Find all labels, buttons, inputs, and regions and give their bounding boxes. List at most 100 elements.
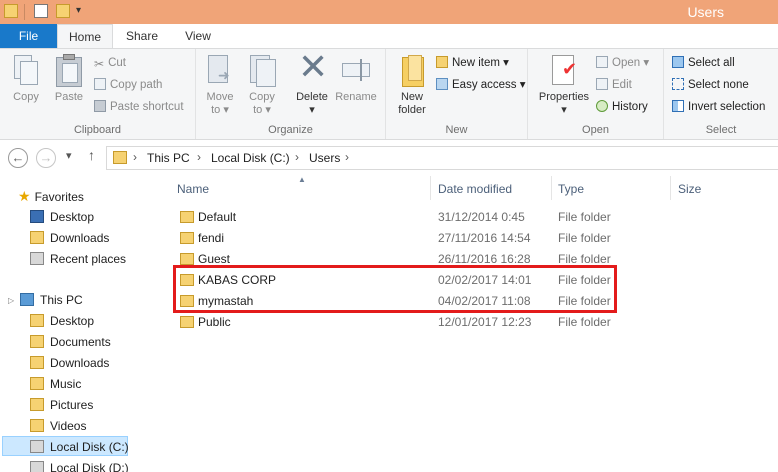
nav-favorites[interactable]: ★ Favorites bbox=[18, 186, 84, 206]
nav-label: Desktop bbox=[50, 314, 95, 328]
column-divider[interactable] bbox=[551, 176, 552, 200]
quick-access-dropdown-icon[interactable]: ▾ bbox=[76, 5, 81, 16]
nav-fav-downloads[interactable]: Downloads bbox=[30, 228, 109, 248]
tab-file[interactable]: File bbox=[0, 24, 57, 48]
column-divider[interactable] bbox=[430, 176, 431, 200]
copy-path-button[interactable]: Copy path bbox=[94, 75, 162, 95]
new-folder-button[interactable]: New folder bbox=[392, 53, 432, 117]
copy-path-icon bbox=[94, 78, 106, 90]
nav-fav-recent-places[interactable]: Recent places bbox=[30, 249, 126, 269]
nav-pc-downloads[interactable]: Downloads bbox=[30, 353, 109, 373]
select-all-icon bbox=[672, 56, 684, 68]
breadcrumb-local-disk-c[interactable]: Local Disk (C:) bbox=[211, 151, 290, 165]
file-row[interactable]: mymastah 04/02/2017 11:08 File folder bbox=[168, 291, 611, 312]
recent-locations-dropdown-icon[interactable]: ▾ bbox=[66, 149, 72, 162]
folder-icon bbox=[180, 274, 194, 286]
nav-label: Local Disk (C:) bbox=[50, 440, 129, 454]
breadcrumb-chevron-icon[interactable]: › bbox=[197, 150, 201, 164]
easy-access-button[interactable]: Easy access ▾ bbox=[436, 75, 526, 95]
breadcrumb-this-pc[interactable]: This PC bbox=[147, 151, 190, 165]
paste-shortcut-button[interactable]: Paste shortcut bbox=[94, 97, 184, 117]
copy-to-label-1: Copy bbox=[249, 91, 275, 103]
file-row[interactable]: fendi 27/11/2016 14:54 File folder bbox=[168, 228, 611, 249]
file-row[interactable]: Default 31/12/2014 0:45 File folder bbox=[168, 207, 611, 228]
properties-icon: ✔ bbox=[548, 53, 580, 87]
back-button[interactable]: ← bbox=[8, 148, 28, 168]
breadcrumb-chevron-icon[interactable]: › bbox=[133, 150, 137, 164]
file-date: 04/02/2017 11:08 bbox=[438, 294, 531, 308]
invert-selection-button[interactable]: Invert selection bbox=[672, 97, 765, 117]
column-header-type[interactable]: Type bbox=[558, 182, 584, 196]
nav-pc-desktop[interactable]: Desktop bbox=[30, 311, 94, 331]
delete-button[interactable]: ✕ Delete ▾ bbox=[292, 47, 332, 117]
file-date: 31/12/2014 0:45 bbox=[438, 210, 525, 224]
file-date: 26/11/2016 16:28 bbox=[438, 252, 531, 266]
drive-icon bbox=[30, 461, 44, 472]
new-folder-quick-icon[interactable] bbox=[56, 4, 70, 18]
new-item-button[interactable]: New item ▾ bbox=[436, 53, 509, 73]
nav-pc-videos[interactable]: Videos bbox=[30, 416, 86, 436]
paste-button[interactable]: Paste bbox=[50, 53, 88, 104]
ribbon-tabs: File Home Share View bbox=[0, 24, 778, 49]
cut-button[interactable]: ✂ Cut bbox=[94, 53, 126, 73]
nav-pc-pictures[interactable]: Pictures bbox=[30, 395, 93, 415]
edit-button[interactable]: Edit bbox=[596, 75, 632, 95]
tab-share[interactable]: Share bbox=[116, 24, 168, 48]
nav-this-pc[interactable]: This PC bbox=[20, 290, 83, 310]
breadcrumb-users[interactable]: Users bbox=[309, 151, 340, 165]
rename-button[interactable]: Rename bbox=[334, 53, 378, 104]
paste-shortcut-icon bbox=[94, 100, 106, 112]
history-label: History bbox=[612, 101, 648, 113]
select-group: Select all Select none Invert selection … bbox=[664, 49, 778, 139]
window-title: Users bbox=[687, 4, 724, 20]
copy-button[interactable]: Copy bbox=[8, 53, 44, 104]
paste-icon bbox=[53, 53, 85, 87]
file-type: File folder bbox=[558, 273, 611, 287]
properties-quick-icon[interactable] bbox=[34, 4, 48, 18]
column-divider[interactable] bbox=[670, 176, 671, 200]
copy-to-button[interactable]: Copy to ▾ bbox=[244, 53, 280, 117]
nav-pc-documents[interactable]: Documents bbox=[30, 332, 111, 352]
expand-this-pc-icon[interactable]: ▷ bbox=[8, 296, 14, 305]
select-all-button[interactable]: Select all bbox=[672, 53, 735, 73]
ribbon: Copy Paste ✂ Cut Copy path Paste shortcut… bbox=[0, 47, 778, 140]
star-icon: ★ bbox=[18, 188, 31, 204]
properties-label: Properties bbox=[538, 91, 590, 103]
nav-label: Music bbox=[50, 377, 82, 391]
move-to-button[interactable]: ➜ Move to ▾ bbox=[202, 53, 238, 117]
nav-pc-local-disk-c[interactable]: Local Disk (C:) bbox=[2, 436, 129, 456]
quick-access-separator bbox=[24, 4, 25, 20]
open-button[interactable]: Open ▾ bbox=[596, 53, 649, 73]
tab-view[interactable]: View bbox=[172, 24, 224, 48]
nav-label: Videos bbox=[50, 419, 87, 433]
properties-button[interactable]: ✔ Properties ▾ bbox=[534, 53, 594, 117]
file-list: ▲ Name Date modified Type Size Default 3… bbox=[168, 175, 778, 472]
address-bar[interactable]: › This PC › Local Disk (C:) › Users › bbox=[106, 146, 778, 170]
breadcrumb-chevron-icon[interactable]: › bbox=[295, 150, 299, 164]
column-header-name[interactable]: Name bbox=[177, 182, 209, 196]
file-row[interactable]: Public 12/01/2017 12:23 File folder bbox=[168, 312, 611, 333]
file-row[interactable]: KABAS CORP 02/02/2017 14:01 File folder bbox=[168, 270, 611, 291]
forward-button[interactable]: → bbox=[36, 148, 56, 168]
organize-group-label: Organize bbox=[268, 124, 313, 136]
column-header-date[interactable]: Date modified bbox=[438, 182, 512, 196]
file-row[interactable]: Guest 26/11/2016 16:28 File folder bbox=[168, 249, 611, 270]
breadcrumb-chevron-icon[interactable]: › bbox=[345, 150, 349, 164]
nav-label: Recent places bbox=[50, 252, 127, 266]
copy-icon bbox=[10, 53, 42, 87]
file-type: File folder bbox=[558, 315, 611, 329]
scissors-icon: ✂ bbox=[94, 57, 105, 71]
tab-home[interactable]: Home bbox=[57, 24, 113, 49]
new-group-label: New bbox=[445, 124, 468, 136]
select-none-button[interactable]: Select none bbox=[672, 75, 749, 95]
column-header-size[interactable]: Size bbox=[678, 182, 701, 196]
file-name: KABAS CORP bbox=[198, 273, 277, 287]
music-folder-icon bbox=[30, 377, 44, 390]
select-none-label: Select none bbox=[688, 79, 749, 91]
nav-pc-local-disk-d[interactable]: Local Disk (D:) bbox=[30, 458, 129, 472]
up-arrow-icon[interactable]: ↑ bbox=[88, 147, 95, 163]
folder-icon bbox=[180, 253, 194, 265]
nav-fav-desktop[interactable]: Desktop bbox=[30, 207, 94, 227]
nav-pc-music[interactable]: Music bbox=[30, 374, 81, 394]
history-button[interactable]: History bbox=[596, 97, 648, 117]
